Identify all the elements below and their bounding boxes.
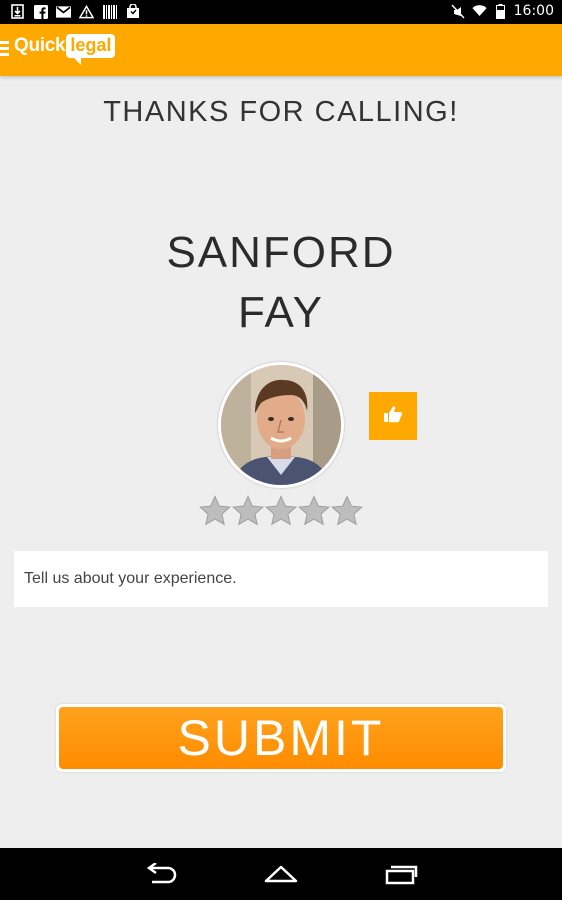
gmail-icon: [56, 4, 71, 19]
quicklegal-logo[interactable]: Quick legal: [14, 34, 116, 65]
shopping-bag-icon: [125, 4, 140, 19]
navigation-bar: [0, 848, 562, 900]
logo-legal-text: legal: [66, 34, 116, 65]
menu-icon[interactable]: [0, 41, 9, 56]
system-icons: 16:00: [451, 3, 554, 19]
lawyer-first-name: SANFORD: [166, 228, 396, 277]
facebook-icon: [33, 4, 48, 19]
experience-input[interactable]: [14, 551, 548, 607]
wifi-icon: [472, 4, 487, 19]
back-icon: [146, 863, 177, 884]
star-icon[interactable]: [298, 495, 330, 527]
star-icon[interactable]: [199, 495, 231, 527]
status-time: 16:00: [513, 3, 554, 19]
thumbs-up-icon: [383, 405, 403, 428]
thumbs-up-button[interactable]: [369, 392, 417, 440]
rating-stars[interactable]: [199, 495, 363, 527]
warning-icon: [79, 4, 94, 19]
mute-icon: [451, 4, 466, 19]
back-button[interactable]: [141, 860, 181, 888]
app-bar: Quick legal: [0, 24, 562, 76]
status-bar: 16:00: [0, 0, 562, 24]
logo-quick-text: Quick: [14, 35, 66, 56]
star-icon[interactable]: [265, 495, 297, 527]
star-icon[interactable]: [232, 495, 264, 527]
avatar: [218, 362, 344, 488]
submit-button-frame: SUBMIT: [56, 704, 506, 772]
download-icon: [10, 4, 25, 19]
notification-icons: [10, 4, 140, 19]
submit-button[interactable]: SUBMIT: [59, 707, 503, 769]
recents-icon: [385, 865, 418, 885]
barcode-icon: [102, 4, 117, 19]
star-icon[interactable]: [331, 495, 363, 527]
page-title: THANKS FOR CALLING!: [103, 96, 459, 128]
home-button[interactable]: [261, 860, 301, 888]
battery-icon: [493, 3, 508, 19]
home-icon: [264, 865, 298, 883]
lawyer-last-name: FAY: [238, 288, 324, 337]
recents-button[interactable]: [381, 860, 421, 888]
